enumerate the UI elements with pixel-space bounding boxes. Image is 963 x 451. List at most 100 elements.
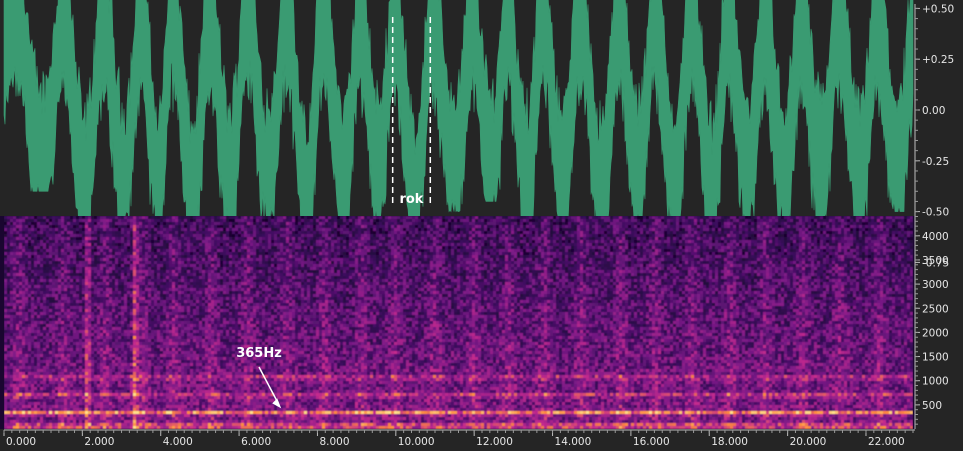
spectrogram-cell <box>142 315 145 318</box>
spectrogram-cell <box>196 219 199 222</box>
spectrogram-cell <box>49 279 52 282</box>
spectrogram-cell <box>124 255 127 258</box>
spectrogram-cell <box>46 282 49 285</box>
spectrogram-cell <box>22 216 25 219</box>
spectrogram-cell <box>25 399 28 402</box>
spectrogram-cell <box>22 312 25 315</box>
spectrogram-cell <box>109 336 112 339</box>
spectrogram-cell <box>121 309 124 312</box>
spectrogram-cell <box>67 402 70 405</box>
spectrogram-cell <box>151 393 154 396</box>
spectrogram-cell <box>130 228 133 231</box>
spectrogram-cell <box>85 243 88 246</box>
spectrogram-cell <box>4 219 7 222</box>
spectrogram-cell <box>124 237 127 240</box>
spectrogram-cell <box>172 333 175 336</box>
spectrogram-cell <box>157 228 160 231</box>
spectrogram-cell <box>88 345 91 348</box>
spectrogram-cell <box>94 414 97 417</box>
spectrogram-cell <box>196 270 199 273</box>
spectrogram-cell <box>109 294 112 297</box>
spectrogram-cell <box>142 345 145 348</box>
spectrogram-cell <box>91 366 94 369</box>
spectrogram-cell <box>196 279 199 282</box>
spectrogram-cell <box>205 381 208 384</box>
spectrogram-cell <box>133 282 136 285</box>
spectrogram-cell <box>178 339 181 342</box>
spectrogram-cell <box>127 225 130 228</box>
spectrogram-cell <box>67 246 70 249</box>
spectrogram-cell <box>184 279 187 282</box>
spectrogram-cell <box>64 342 67 345</box>
spectrogram-cell <box>145 219 148 222</box>
spectrogram-cell <box>202 351 205 354</box>
spectrogram-cell <box>172 240 175 243</box>
spectrogram-cell <box>106 276 109 279</box>
spectrogram-cell <box>70 363 73 366</box>
spectrogram-cell <box>109 267 112 270</box>
spectrogram-cell <box>190 372 193 375</box>
spectrogram-cell <box>193 258 196 261</box>
spectrogram-cell <box>19 300 22 303</box>
spectrogram-cell <box>133 300 136 303</box>
spectrogram-cell <box>199 360 202 363</box>
spectrogram-cell <box>208 396 211 399</box>
spectrogram-cell <box>94 351 97 354</box>
spectrogram-cell <box>55 240 58 243</box>
spectrogram-cell <box>55 249 58 252</box>
spectrogram-cell <box>154 351 157 354</box>
spectrogram-cell <box>190 393 193 396</box>
spectrogram-cell <box>49 273 52 276</box>
spectrogram-cell <box>79 351 82 354</box>
spectrogram-cell <box>91 264 94 267</box>
spectrogram-cell <box>205 411 208 414</box>
spectrogram-cell <box>55 369 58 372</box>
spectrogram-cell <box>67 387 70 390</box>
spectrogram-cell <box>205 219 208 222</box>
spectrogram-cell <box>145 360 148 363</box>
spectrogram-cell <box>184 306 187 309</box>
spectrogram-cell <box>211 312 214 315</box>
spectrogram-cell <box>193 297 196 300</box>
spectrogram-cell <box>67 240 70 243</box>
spectrogram-cell <box>13 234 16 237</box>
spectrogram-cell <box>34 297 37 300</box>
spectrogram-cell <box>121 315 124 318</box>
spectrogram-cell <box>55 327 58 330</box>
spectrogram-cell <box>175 426 178 429</box>
spectrogram-cell <box>13 366 16 369</box>
spectrogram-cell <box>100 306 103 309</box>
spectrogram-cell <box>19 396 22 399</box>
spectrogram-cell <box>52 351 55 354</box>
spectrogram-cell <box>91 225 94 228</box>
spectrogram-cell <box>118 405 121 408</box>
spectrogram-cell <box>172 222 175 225</box>
spectrogram-cell <box>136 387 139 390</box>
spectrogram-cell <box>154 270 157 273</box>
spectrogram-cell <box>139 249 142 252</box>
spectrogram-cell <box>46 255 49 258</box>
spectrogram-cell <box>133 420 136 423</box>
spectrogram-cell <box>103 420 106 423</box>
spectrogram-cell <box>34 282 37 285</box>
spectrogram-cell <box>169 384 172 387</box>
spectrogram-cell <box>13 318 16 321</box>
spectrogram-cell <box>70 312 73 315</box>
spectrogram-cell <box>73 225 76 228</box>
spectrogram-cell <box>19 252 22 255</box>
spectrogram-cell <box>88 309 91 312</box>
spectrogram-cell <box>100 222 103 225</box>
spectrogram-cell <box>133 297 136 300</box>
spectrogram-cell <box>43 369 46 372</box>
spectrogram-cell <box>145 342 148 345</box>
spectrogram-cell <box>169 396 172 399</box>
spectrogram-cell <box>97 300 100 303</box>
spectrogram-cell <box>76 240 79 243</box>
spectrogram-cell <box>64 366 67 369</box>
spectrogram-cell <box>205 306 208 309</box>
spectrogram-cell <box>106 378 109 381</box>
spectrogram-cell <box>148 363 151 366</box>
spectrogram-cell <box>61 369 64 372</box>
spectrogram-cell <box>58 273 61 276</box>
spectrogram-cell <box>184 405 187 408</box>
